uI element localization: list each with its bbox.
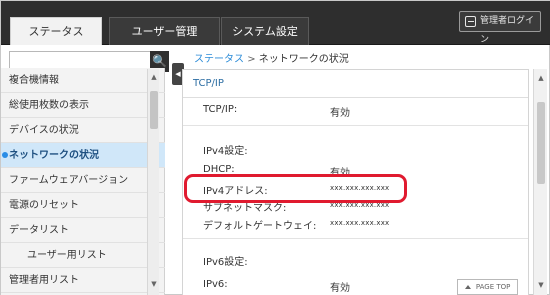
sidebar-item-network-status[interactable]: ネットワークの状況 xyxy=(1,143,165,168)
tab-status[interactable]: ステータス xyxy=(10,17,102,45)
sidebar-item-label: 総使用枚数の表示 xyxy=(9,100,89,111)
sidebar-item-firmware-version[interactable]: ファームウェアバージョン xyxy=(1,168,165,193)
sidebar-item-label: ネットワークの状況 xyxy=(9,150,99,161)
sidebar-item-label: 電源のリセット xyxy=(9,200,79,211)
page-top-button[interactable]: PAGE TOP xyxy=(457,279,518,295)
row-value: 有効 xyxy=(330,283,350,294)
scroll-down-icon[interactable]: ▼ xyxy=(535,278,547,292)
divider xyxy=(183,238,528,239)
sidebar-item-label: デバイスの状況 xyxy=(9,125,79,136)
content-scrollbar[interactable]: ▲ ▼ xyxy=(533,69,547,295)
row-label: IPv4設定: xyxy=(203,146,248,157)
tab-system-settings[interactable]: システム設定 xyxy=(221,17,309,45)
scrollbar-thumb[interactable] xyxy=(150,91,158,129)
row-label: IPv6設定: xyxy=(203,257,248,268)
admin-login-button[interactable]: 管理者ログイン xyxy=(459,11,541,45)
row-label: デフォルトゲートウェイ: xyxy=(203,221,317,232)
sidebar-item-label: データリスト xyxy=(9,225,69,236)
sidebar-scrollbar[interactable]: ▲ ▼ xyxy=(147,69,159,295)
breadcrumb-separator: > xyxy=(247,54,256,65)
sidebar-item-usage-count[interactable]: 総使用枚数の表示 xyxy=(1,93,165,118)
scroll-up-icon[interactable]: ▲ xyxy=(148,69,160,85)
sidebar-item-data-list[interactable]: データリスト xyxy=(1,218,165,243)
row-value: xxx.xxx.xxx.xxx xyxy=(330,219,390,227)
page-top-label: PAGE TOP xyxy=(475,283,511,291)
tab-user-management[interactable]: ユーザー管理 xyxy=(109,17,220,45)
breadcrumb-current: ネットワークの状況 xyxy=(258,54,349,65)
login-icon xyxy=(465,16,476,27)
scrollbar-thumb[interactable] xyxy=(537,102,545,184)
admin-login-label: 管理者ログイン xyxy=(480,16,535,45)
tab-system-settings-label: システム設定 xyxy=(232,25,298,38)
selected-indicator-icon xyxy=(2,152,8,158)
sidebar: 複合機情報 総使用枚数の表示 デバイスの状況 ネットワークの状況 ファームウェア… xyxy=(1,68,165,295)
app-window: { "header": { "tabs": [ {"label": "ステータス… xyxy=(0,0,550,295)
tab-user-management-label: ユーザー管理 xyxy=(131,25,198,38)
row-ipv6-settings: IPv6設定: xyxy=(183,248,528,272)
section-title: TCP/IP xyxy=(193,78,224,89)
sidebar-item-label: 複合機情報 xyxy=(9,75,59,86)
breadcrumb-status-link[interactable]: ステータス xyxy=(194,54,244,65)
row-tcpip: TCP/IP: 有効 xyxy=(183,99,528,123)
sidebar-item-label: ファームウェアバージョン xyxy=(9,175,129,186)
scroll-up-icon[interactable]: ▲ xyxy=(535,71,547,85)
sidebar-item-label: ユーザー用リスト xyxy=(27,250,107,261)
chevron-left-icon: ◀ xyxy=(175,70,181,78)
search-icon: 🔍 xyxy=(152,54,167,68)
row-default-gateway: デフォルトゲートウェイ: xxx.xxx.xxx.xxx xyxy=(183,212,528,236)
sidebar-item-power-reset[interactable]: 電源のリセット xyxy=(1,193,165,218)
sidebar-item-label: 管理者用リスト xyxy=(9,275,79,286)
row-label: IPv6: xyxy=(203,279,228,290)
divider xyxy=(183,125,528,126)
sidebar-item-device-info[interactable]: 複合機情報 xyxy=(1,68,165,93)
tcpip-section-header: TCP/IP xyxy=(183,70,528,98)
row-value: 有効 xyxy=(330,108,350,119)
tab-status-label: ステータス xyxy=(28,25,84,38)
top-header: ステータス ユーザー管理 システム設定 管理者ログイン xyxy=(1,1,550,45)
scroll-down-icon[interactable]: ▼ xyxy=(148,276,160,292)
ipv4-address-highlight xyxy=(184,174,407,203)
row-ipv4-settings: IPv4設定: xyxy=(183,137,528,161)
sidebar-item-admin-list[interactable]: 管理者用リスト xyxy=(1,268,165,293)
breadcrumb: ステータス > ネットワークの状況 xyxy=(194,50,349,65)
sidebar-item-user-list[interactable]: ユーザー用リスト xyxy=(1,243,165,268)
row-label: TCP/IP: xyxy=(203,104,238,115)
sidebar-item-device-status[interactable]: デバイスの状況 xyxy=(1,118,165,143)
